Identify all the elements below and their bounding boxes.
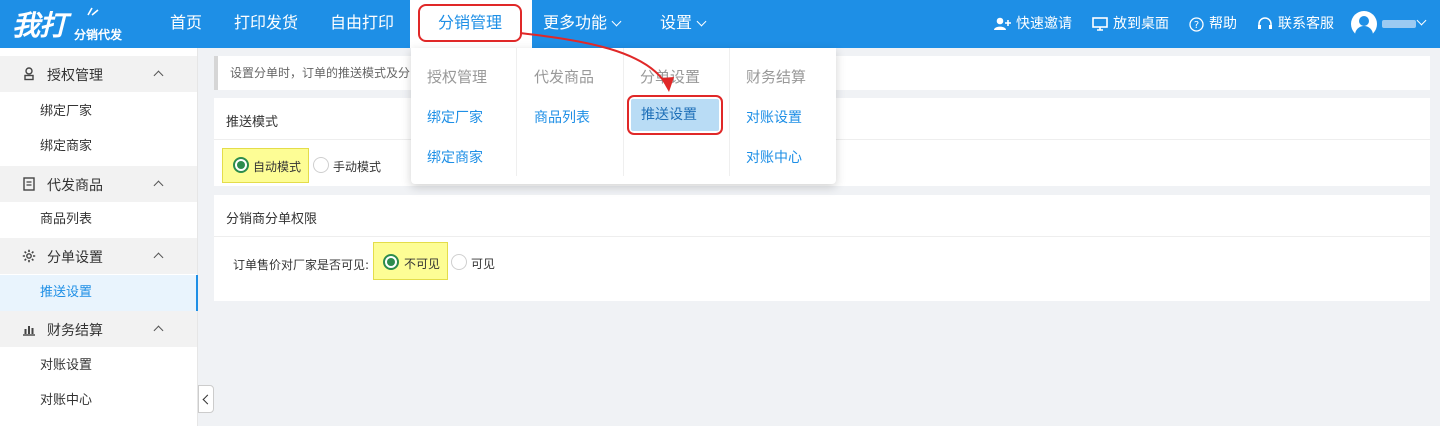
chevron-up-icon bbox=[153, 180, 164, 191]
sidebar-group-auth[interactable]: 授权管理 bbox=[0, 56, 197, 92]
push-mode-title: 推送模式 bbox=[226, 115, 279, 130]
help-link[interactable]: ? 帮助 bbox=[1189, 0, 1237, 48]
dropdown-item-bind-merchant[interactable]: 绑定商家 bbox=[427, 147, 483, 167]
dropdown-item-bind-factory[interactable]: 绑定厂家 bbox=[427, 107, 483, 127]
dropdown-column-header: 财务结算 bbox=[746, 68, 807, 86]
dropdown-column-finance: 财务结算 对账设置 对账中心 bbox=[730, 48, 836, 184]
distribution-dropdown-menu: 授权管理 绑定厂家 绑定商家 代发商品 商品列表 分单设置 财务结算 对账设置 … bbox=[411, 48, 836, 184]
divider bbox=[214, 236, 1430, 237]
nav-free-print[interactable]: 自由打印 bbox=[330, 0, 394, 48]
nav-home[interactable]: 首页 bbox=[170, 0, 202, 48]
quick-invite-label: 快速邀请 bbox=[1016, 16, 1072, 32]
visible-radio[interactable] bbox=[451, 254, 467, 270]
add-user-icon bbox=[993, 17, 1011, 31]
sidebar-group-finance[interactable]: 财务结算 bbox=[0, 311, 197, 347]
dropdown-column-header: 代发商品 bbox=[534, 68, 595, 86]
chevron-down-icon bbox=[611, 16, 622, 27]
top-nav-bar: 我打 分销代发 首页 打印发货 自由打印 分销管理 更多功能 设置 快速邀请 放… bbox=[0, 0, 1440, 48]
chevron-up-icon bbox=[153, 70, 164, 81]
logo-sub-text: 分销代发 bbox=[74, 28, 123, 42]
sidebar-item-reconcile-settings[interactable]: 对账设置 bbox=[0, 348, 197, 384]
nav-distribution-label: 分销管理 bbox=[437, 13, 502, 32]
username-placeholder[interactable] bbox=[1382, 20, 1416, 28]
nav-distribution[interactable]: 分销管理 bbox=[418, 4, 522, 42]
chevron-up-icon bbox=[153, 252, 164, 263]
svg-text:?: ? bbox=[1194, 20, 1199, 31]
sidebar-group-label: 财务结算 bbox=[47, 323, 103, 339]
desktop-shortcut-label: 放到桌面 bbox=[1113, 16, 1169, 32]
manual-mode-radio[interactable] bbox=[313, 157, 329, 173]
permission-title: 分销商分单权限 bbox=[226, 212, 318, 227]
dropdown-item-reconcile-center[interactable]: 对账中心 bbox=[746, 147, 802, 167]
user-badge-icon bbox=[24, 67, 34, 81]
contact-support-link[interactable]: 联系客服 bbox=[1257, 0, 1334, 48]
chevron-down-icon[interactable] bbox=[1416, 15, 1427, 26]
nav-more-label: 更多功能 bbox=[543, 13, 608, 32]
document-icon bbox=[23, 177, 35, 191]
permission-card: 分销商分单权限 订单售价对厂家是否可见: 不可见 可见 bbox=[214, 195, 1430, 301]
manual-mode-label[interactable]: 手动模式 bbox=[333, 158, 381, 175]
logo-main-text: 我打 bbox=[12, 9, 67, 42]
sidebar-group-label: 代发商品 bbox=[47, 178, 103, 194]
dropdown-item-reconcile-settings[interactable]: 对账设置 bbox=[746, 107, 802, 127]
chevron-up-icon bbox=[153, 325, 164, 336]
nav-settings-label: 设置 bbox=[660, 13, 693, 32]
help-label: 帮助 bbox=[1209, 16, 1237, 32]
sidebar-item-product-list[interactable]: 商品列表 bbox=[0, 202, 197, 238]
logo-spark-icon bbox=[87, 7, 99, 16]
dropdown-column-header: 授权管理 bbox=[427, 68, 488, 86]
auto-mode-label[interactable]: 自动模式 bbox=[253, 158, 301, 175]
monitor-icon bbox=[1092, 17, 1108, 31]
sidebar: 授权管理 绑定厂家 绑定商家 代发商品 商品列表 分单设置 推送设置 财务结算 … bbox=[0, 48, 198, 426]
sidebar-item-bind-merchant[interactable]: 绑定商家 bbox=[0, 129, 197, 165]
nav-more-functions[interactable]: 更多功能 bbox=[543, 0, 622, 48]
desktop-shortcut-link[interactable]: 放到桌面 bbox=[1092, 0, 1169, 48]
price-visibility-question: 订单售价对厂家是否可见: bbox=[233, 258, 370, 272]
dropdown-column-auth: 授权管理 绑定厂家 绑定商家 bbox=[411, 48, 517, 176]
sidebar-item-push-settings[interactable]: 推送设置 bbox=[0, 275, 198, 311]
sidebar-item-reconcile-center[interactable]: 对账中心 bbox=[0, 383, 197, 419]
headset-icon bbox=[1257, 16, 1273, 32]
gear-icon bbox=[22, 249, 36, 263]
sidebar-group-label: 分单设置 bbox=[47, 250, 103, 266]
sidebar-group-label: 授权管理 bbox=[47, 68, 103, 84]
sidebar-group-split[interactable]: 分单设置 bbox=[0, 238, 197, 274]
dropdown-item-product-list[interactable]: 商品列表 bbox=[534, 107, 590, 127]
invisible-radio[interactable] bbox=[383, 254, 399, 270]
nav-print-ship[interactable]: 打印发货 bbox=[234, 0, 298, 48]
dropdown-column-header: 分单设置 bbox=[640, 68, 701, 86]
bar-chart-icon bbox=[23, 326, 35, 336]
contact-support-label: 联系客服 bbox=[1278, 16, 1334, 32]
help-icon: ? bbox=[1189, 16, 1204, 32]
brand-logo[interactable]: 我打 分销代发 bbox=[12, 4, 142, 44]
sidebar-item-bind-factory[interactable]: 绑定厂家 bbox=[0, 94, 197, 130]
visible-label[interactable]: 可见 bbox=[471, 255, 495, 272]
chevron-down-icon bbox=[696, 16, 707, 27]
dropdown-column-products: 代发商品 商品列表 bbox=[518, 48, 624, 176]
user-avatar[interactable] bbox=[1351, 11, 1377, 37]
sidebar-collapse-button[interactable] bbox=[198, 385, 214, 413]
highlight-box bbox=[627, 95, 723, 135]
invisible-label[interactable]: 不可见 bbox=[404, 255, 440, 272]
sidebar-group-products[interactable]: 代发商品 bbox=[0, 166, 197, 202]
auto-mode-radio[interactable] bbox=[233, 157, 249, 173]
quick-invite-link[interactable]: 快速邀请 bbox=[993, 0, 1072, 48]
nav-settings[interactable]: 设置 bbox=[660, 0, 707, 48]
